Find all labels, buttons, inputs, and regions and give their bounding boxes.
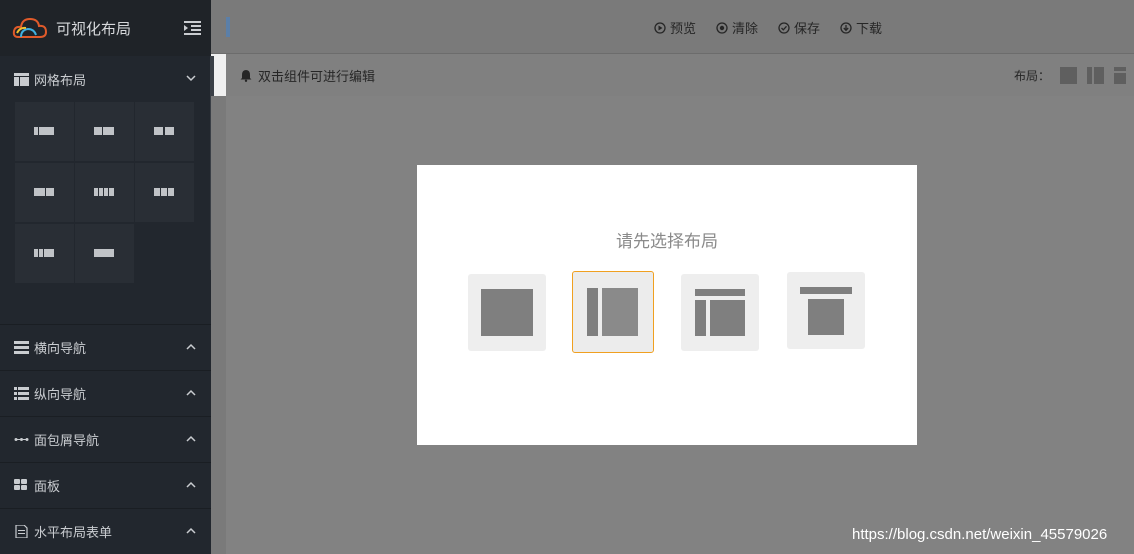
breadcrumb-icon (14, 438, 29, 441)
edit-hint-text: 双击组件可进行编辑 (258, 70, 376, 85)
download-circle-icon (840, 21, 852, 34)
single-layout-icon (481, 289, 533, 336)
app-title: 可视化布局 (56, 19, 132, 38)
grid-component-1-1-2[interactable] (15, 224, 74, 283)
chevron-up-icon (186, 527, 196, 534)
grid-components (0, 102, 211, 302)
grid-component-three-cols[interactable] (135, 163, 194, 222)
sidebar: 可视化布局 网格布局 横向导航 纵向导航 面包屑导航 面板 水平布局表单 (0, 0, 211, 554)
layout-switcher: 布局： (1014, 67, 1127, 84)
brand: 可视化布局 (0, 0, 211, 56)
header-sidebar-layout-icon (695, 289, 745, 336)
watermark-url: https://blog.csdn.net/weixin_45579026 (852, 526, 1108, 543)
layout-label: 布局： (1014, 69, 1051, 83)
cloud-logo-icon (12, 17, 48, 38)
grid-component-half-half[interactable] (135, 102, 194, 161)
section-label: 网格布局 (34, 73, 87, 89)
clear-button[interactable]: 清除 (716, 18, 758, 37)
chevron-up-icon (186, 389, 196, 396)
layout-sidebar-button[interactable] (1087, 67, 1105, 84)
grid-component-2-3[interactable] (75, 102, 134, 161)
layout-option-single[interactable] (468, 274, 546, 351)
chevron-up-icon (186, 343, 196, 350)
layout-single-button[interactable] (1060, 67, 1078, 84)
section-panel[interactable]: 面板 (0, 462, 211, 508)
section-breadcrumb[interactable]: 面包屑导航 (0, 416, 211, 462)
layout-header-sidebar-button[interactable] (1114, 67, 1127, 84)
section-horizontal-nav[interactable]: 横向导航 (0, 324, 211, 370)
clear-label: 清除 (732, 22, 759, 37)
section-label: 水平布局表单 (34, 526, 113, 541)
download-label: 下载 (856, 22, 883, 37)
hint-bar: 双击组件可进行编辑 布局： (226, 54, 1134, 96)
section-vertical-nav[interactable]: 纵向导航 (0, 370, 211, 416)
save-button[interactable]: 保存 (778, 18, 820, 37)
chevron-up-icon (186, 481, 196, 488)
section-label: 横向导航 (34, 342, 87, 357)
preview-button[interactable]: 预览 (654, 18, 696, 37)
layout-select-dialog: 请先选择布局 (417, 165, 917, 445)
horizontal-nav-icon (14, 341, 29, 354)
grid-component-3-2[interactable] (15, 163, 74, 222)
download-button[interactable]: 下载 (840, 18, 882, 37)
vertical-nav-icon (14, 387, 29, 400)
grid-component-four-cols[interactable] (75, 163, 134, 222)
header-content-layout-icon (800, 287, 852, 335)
chevron-down-icon (186, 75, 196, 82)
layout-option-header-sidebar[interactable] (681, 274, 759, 351)
bell-icon (240, 70, 252, 82)
save-label: 保存 (794, 22, 821, 37)
play-circle-icon (654, 21, 666, 34)
panel-icon (14, 479, 27, 490)
grid-component-full[interactable] (75, 224, 134, 283)
layout-option-sidebar[interactable] (572, 271, 654, 353)
toolbar-accent (226, 17, 230, 37)
menu-collapse-icon[interactable] (184, 20, 202, 36)
section-label: 纵向导航 (34, 388, 87, 403)
form-icon (15, 525, 28, 538)
canvas-left-strip (211, 96, 226, 554)
section-form[interactable]: 水平布局表单 (0, 508, 211, 554)
section-label: 面板 (34, 480, 61, 495)
sidebar-layout-icon (587, 288, 638, 336)
layout-option-header-content[interactable] (787, 272, 865, 349)
chevron-up-icon (186, 435, 196, 442)
section-grid-layout[interactable]: 网格布局 (0, 56, 211, 102)
section-label: 面包屑导航 (34, 434, 100, 449)
grid-component-1-2[interactable] (15, 102, 74, 161)
edit-hint: 双击组件可进行编辑 (240, 66, 375, 85)
dialog-title: 请先选择布局 (616, 232, 718, 252)
preview-label: 预览 (670, 22, 697, 37)
grid-layout-icon (14, 72, 29, 86)
top-toolbar: 预览 清除 保存 下载 (211, 0, 1134, 54)
stop-circle-icon (716, 21, 728, 34)
check-circle-icon (778, 21, 790, 34)
